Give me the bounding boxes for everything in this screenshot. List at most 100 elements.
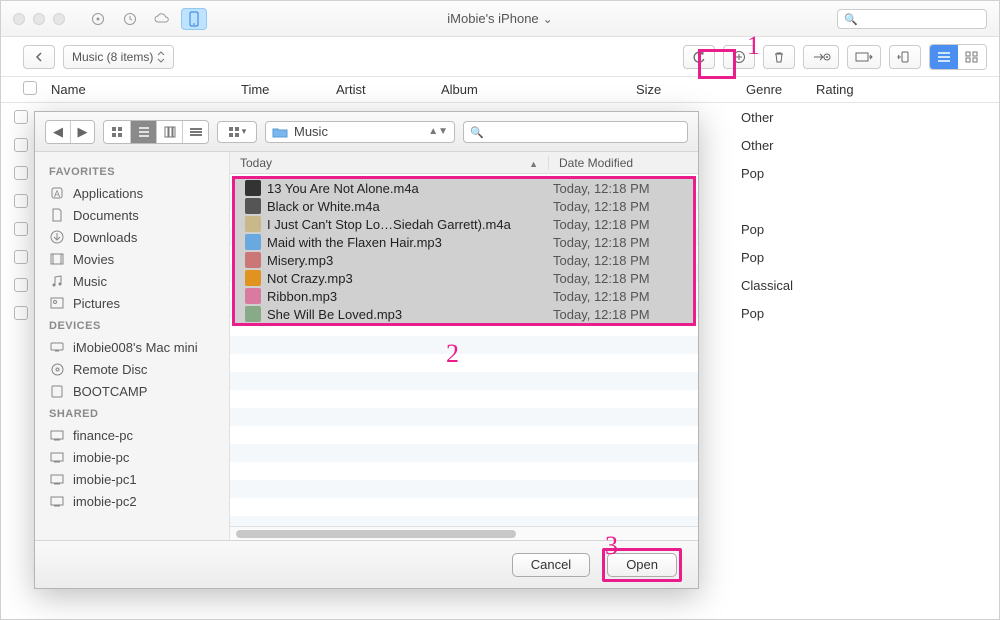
- column-view[interactable]: [156, 121, 182, 143]
- coverflow-view[interactable]: [182, 121, 208, 143]
- file-row[interactable]: Black or White.m4aToday, 12:18 PM: [235, 197, 693, 215]
- file-date: Today, 12:18 PM: [543, 307, 693, 322]
- path-label: Music: [294, 124, 328, 139]
- sidebar-item[interactable]: Movies: [35, 248, 229, 270]
- col-album[interactable]: Album: [431, 82, 626, 97]
- search-icon: [844, 11, 858, 26]
- nav-back-forward: ◀ ▶: [45, 120, 95, 144]
- selected-files-highlight: 13 You Are Not Alone.m4aToday, 12:18 PMB…: [232, 176, 696, 326]
- row-checkbox[interactable]: [14, 222, 28, 236]
- sidebar-item-label: Documents: [73, 208, 139, 223]
- back-button[interactable]: [23, 45, 55, 69]
- sidebar-item[interactable]: Documents: [35, 204, 229, 226]
- sidebar-item[interactable]: Pictures: [35, 292, 229, 314]
- devices-header: DEVICES: [35, 314, 229, 336]
- to-device-button[interactable]: [889, 45, 921, 69]
- zoom-dot[interactable]: [53, 13, 65, 25]
- cloud-icon[interactable]: [149, 8, 175, 30]
- dialog-search[interactable]: [463, 121, 688, 143]
- row-checkbox[interactable]: [14, 250, 28, 264]
- file-row[interactable]: Ribbon.mp3Today, 12:18 PM: [235, 287, 693, 305]
- file-date: Today, 12:18 PM: [543, 271, 693, 286]
- sidebar-item-label: Downloads: [73, 230, 137, 245]
- grid-view-button[interactable]: [958, 45, 986, 69]
- view-toggle: [929, 44, 987, 70]
- delete-button[interactable]: [763, 45, 795, 69]
- horizontal-scrollbar[interactable]: [230, 526, 698, 540]
- folder-icon: [272, 126, 288, 138]
- file-row[interactable]: Misery.mp3Today, 12:18 PM: [235, 251, 693, 269]
- row-checkbox[interactable]: [14, 194, 28, 208]
- sidebar-item[interactable]: Music: [35, 270, 229, 292]
- callout-3: 3: [605, 531, 618, 561]
- search-input-top[interactable]: [837, 9, 987, 29]
- file-icon: [245, 306, 261, 322]
- select-all-checkbox[interactable]: [23, 81, 37, 95]
- row-checkbox[interactable]: [14, 166, 28, 180]
- file-date: Today, 12:18 PM: [543, 199, 693, 214]
- sidebar-item[interactable]: AApplications: [35, 182, 229, 204]
- list-view-button[interactable]: [930, 45, 958, 69]
- row-checkbox[interactable]: [14, 278, 28, 292]
- device-icon[interactable]: [181, 8, 207, 30]
- col-time[interactable]: Time: [231, 82, 326, 97]
- file-date: Today, 12:18 PM: [543, 181, 693, 196]
- sidebar-item[interactable]: Downloads: [35, 226, 229, 248]
- row-checkbox[interactable]: [14, 110, 28, 124]
- minimize-dot[interactable]: [33, 13, 45, 25]
- file-row[interactable]: 13 You Are Not Alone.m4aToday, 12:18 PM: [235, 179, 693, 197]
- row-checkbox[interactable]: [14, 306, 28, 320]
- pc-icon: [49, 430, 65, 441]
- breadcrumb-select[interactable]: Music (8 items): [63, 45, 174, 69]
- file-row[interactable]: She Will Be Loved.mp3Today, 12:18 PM: [235, 305, 693, 323]
- icon-view[interactable]: [104, 121, 130, 143]
- window-title[interactable]: iMobie's iPhone: [447, 11, 552, 26]
- nav-forward[interactable]: ▶: [70, 121, 94, 143]
- col-genre[interactable]: Genre: [736, 82, 806, 97]
- scroll-thumb[interactable]: [236, 530, 516, 538]
- finder-view-toggle: [103, 120, 209, 144]
- callout-2: 2: [446, 339, 459, 369]
- history-icon[interactable]: [117, 8, 143, 30]
- to-itunes-button[interactable]: [803, 45, 839, 69]
- chevron-down-icon: [543, 11, 553, 26]
- sidebar-item[interactable]: finance-pc: [35, 424, 229, 446]
- cancel-button[interactable]: Cancel: [512, 553, 590, 577]
- file-row[interactable]: I Just Can't Stop Lo…Siedah Garrett).m4a…: [235, 215, 693, 233]
- sidebar-item[interactable]: imobie-pc2: [35, 490, 229, 512]
- close-dot[interactable]: [13, 13, 25, 25]
- sidebar-item-label: Applications: [73, 186, 143, 201]
- row-checkbox[interactable]: [14, 138, 28, 152]
- file-row[interactable]: Maid with the Flaxen Hair.mp3Today, 12:1…: [235, 233, 693, 251]
- window-title-text: iMobie's iPhone: [447, 11, 538, 26]
- mac-icon: [49, 342, 65, 352]
- path-selector[interactable]: Music ▲▼: [265, 121, 455, 143]
- file-name: Black or White.m4a: [267, 199, 543, 214]
- col-name[interactable]: Name: [41, 82, 231, 97]
- col-size[interactable]: Size: [626, 82, 736, 97]
- col-artist[interactable]: Artist: [326, 82, 431, 97]
- sidebar-item[interactable]: imobie-pc1: [35, 468, 229, 490]
- file-name: Maid with the Flaxen Hair.mp3: [267, 235, 543, 250]
- genre-cell: Classical: [741, 278, 793, 293]
- sidebar-item-label: Pictures: [73, 296, 120, 311]
- sidebar-item[interactable]: BOOTCAMP: [35, 380, 229, 402]
- sidebar-item-label: BOOTCAMP: [73, 384, 147, 399]
- arrange-button[interactable]: ▾: [217, 121, 257, 143]
- col-today[interactable]: Today: [230, 156, 548, 170]
- col-date-modified[interactable]: Date Modified: [548, 156, 698, 170]
- col-rating[interactable]: Rating: [806, 82, 906, 97]
- genre-cell: Other: [741, 110, 774, 125]
- genre-cell: Pop: [741, 166, 764, 181]
- library-icon[interactable]: [85, 8, 111, 30]
- sidebar-item[interactable]: iMobie008's Mac mini: [35, 336, 229, 358]
- nav-back[interactable]: ◀: [46, 121, 70, 143]
- sidebar-item[interactable]: imobie-pc: [35, 446, 229, 468]
- file-row[interactable]: Not Crazy.mp3Today, 12:18 PM: [235, 269, 693, 287]
- movie-icon: [49, 253, 65, 265]
- file-icon: [245, 180, 261, 196]
- sidebar-item[interactable]: Remote Disc: [35, 358, 229, 380]
- list-view[interactable]: [130, 121, 156, 143]
- breadcrumb-label: Music (8 items): [72, 50, 153, 64]
- to-mac-button[interactable]: [847, 45, 881, 69]
